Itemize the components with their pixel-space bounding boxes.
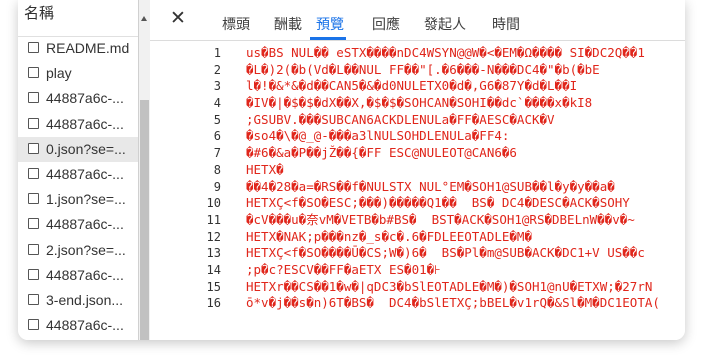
scrollbar-thumb[interactable]	[140, 100, 149, 340]
preview-line: l�!�&*&�d��CAN5�&�d0NULETX0�d�,G6�87Y�d�…	[246, 78, 578, 94]
preview-line: ō*v�j��s�n)6T�BS� DC4�bSlETXÇ;bBEL�v1rQ�…	[246, 295, 660, 311]
file-list-scrollbar[interactable]	[139, 0, 150, 340]
file-list-item[interactable]: 0.json?se=...	[18, 136, 138, 162]
file-name: 44887a6c-...	[46, 90, 124, 107]
line-number: 6	[213, 129, 221, 144]
preview-line: ;GSUBV.���SUBCAN6ACKDLENULa�FF�AESC�ACK�…	[246, 111, 555, 127]
line-number: 5	[213, 112, 221, 127]
row-checkbox[interactable]	[28, 319, 39, 331]
preview-line: HETX�	[246, 161, 284, 177]
line-number: 4	[213, 96, 221, 111]
preview-line: HETXÇ<f�SO�ESC;���)�����Q1�� BS� DC4�DES…	[246, 195, 630, 211]
line-number: 11	[206, 212, 221, 227]
request-file-list: 名稱 README.md play 44887a6c-... 44887a6c-...…	[18, 0, 150, 340]
line-number: 3	[213, 79, 221, 94]
file-list-item[interactable]: 3-end.json...	[18, 288, 138, 313]
row-checkbox[interactable]	[28, 168, 39, 179]
line-number: 12	[206, 229, 221, 244]
file-list-item[interactable]: 44887a6c-...	[18, 162, 138, 187]
row-checkbox[interactable]	[28, 142, 39, 154]
line-number: 13	[206, 246, 221, 261]
tab-payload[interactable]: 酬載	[274, 14, 302, 34]
binary-preview-content: us�BS NUL�� eSTX����nDC4WSYN@@W�<�EM�Ω��…	[246, 45, 685, 312]
name-column-header: 名稱	[24, 5, 55, 22]
tab-preview[interactable]: 預覽	[316, 14, 344, 34]
active-tab-indicator	[310, 37, 346, 40]
preview-line: ;p�c?ESCV��FF�aETX ES�01�⊦	[246, 261, 441, 277]
row-checkbox[interactable]	[28, 67, 39, 79]
row-checkbox[interactable]	[28, 218, 39, 230]
row-checkbox[interactable]	[28, 243, 39, 255]
preview-line: us�BS NUL�� eSTX����nDC4WSYN@@W�<�EM�Ω��…	[246, 45, 645, 60]
file-name: 44887a6c-...	[46, 266, 124, 283]
preview-line: �#6�&a�P��jŽ��{�FF ESC@NULEOT@CAN6�6	[246, 145, 517, 161]
scroll-up-arrow-icon[interactable]	[141, 16, 147, 21]
file-list-item[interactable]: 2.json?se=...	[18, 238, 138, 263]
row-checkbox[interactable]	[28, 268, 39, 280]
file-name: 3-end.json...	[46, 292, 124, 308]
preview-pane[interactable]: 1 2 3 4 5 6 7 8 9 10 11 12 13 14 15 16 us�BS NUL�� eSTX…	[150, 45, 685, 340]
file-list-item[interactable]: 44887a6c-...	[18, 212, 138, 237]
file-name: 44887a6c-...	[46, 317, 124, 334]
tab-initiator[interactable]: 發起人	[424, 14, 466, 34]
preview-line: ��4�28�a=�RS��f�NULSTX NUL°EM�SOH1@SUB��…	[246, 178, 615, 194]
file-name: 44887a6c-...	[46, 216, 124, 233]
file-name: 44887a6c-...	[46, 115, 124, 132]
row-checkbox[interactable]	[28, 294, 39, 305]
row-checkbox[interactable]	[28, 92, 39, 104]
line-number: 1	[213, 46, 221, 60]
preview-line: �so4�\�@_@-���a3lNULSOHDLENULa�FF4:	[246, 128, 510, 144]
file-name: 44887a6c-...	[46, 166, 124, 182]
file-list-item[interactable]: 44887a6c-...	[18, 313, 138, 338]
preview-line: HETX�NAK;p���nz�_s�c�.6�FDLEEOTADLE�M�	[246, 228, 532, 244]
preview-line: �L�)2(�b(Vd�L��NUL FF��"[.�6���-N���DC4�…	[246, 61, 600, 77]
file-list-item[interactable]: play	[18, 61, 138, 86]
row-checkbox[interactable]	[28, 117, 39, 129]
preview-line: HETXÇ<f�SO����Ū�CS;W�)6� BS�Pl�m@SUB�ACK…	[246, 245, 645, 261]
row-checkbox[interactable]	[28, 42, 39, 53]
file-name: play	[46, 65, 72, 82]
line-number: 7	[213, 146, 221, 161]
detail-tab-bar: ✕ 標頭 酬載 預覽 回應 發起人 時間	[150, 0, 685, 41]
preview-line: �IV�|�$�$�dX��X,�$�$�SOHCAN�SOHI��dc`���…	[246, 95, 593, 111]
file-name: 0.json?se=...	[46, 140, 126, 157]
devtools-panel: 名稱 README.md play 44887a6c-... 44887a6c-...…	[18, 0, 685, 340]
file-name: 2.json?se=...	[46, 241, 126, 258]
line-number: 15	[206, 279, 221, 294]
tab-headers[interactable]: 標頭	[222, 14, 250, 34]
file-name: README.md	[46, 40, 130, 56]
line-number: 16	[206, 296, 221, 311]
line-number: 8	[213, 162, 221, 177]
line-number: 9	[213, 179, 221, 194]
file-list-item[interactable]: 44887a6c-...	[18, 112, 138, 137]
file-list-item[interactable]: 1.json?se=...	[18, 187, 138, 212]
line-number: 14	[206, 262, 221, 277]
row-checkbox[interactable]	[28, 193, 39, 205]
preview-line: �cV���u�奈vM�VETB�b#BS� BST�ACK�SOH1@RS�D…	[246, 211, 635, 227]
file-list-item[interactable]: 44887a6c-...	[18, 86, 138, 111]
line-number: 10	[206, 196, 221, 211]
line-number: 2	[213, 62, 221, 77]
tab-response[interactable]: 回應	[372, 14, 400, 34]
file-list-item[interactable]: 44887a6c-...	[18, 263, 138, 288]
line-number-gutter: 1 2 3 4 5 6 7 8 9 10 11 12 13 14 15 16	[150, 45, 221, 312]
tab-timing[interactable]: 時間	[492, 14, 520, 34]
file-list-item[interactable]: README.md	[18, 36, 138, 61]
file-list-header[interactable]: 名稱	[18, 0, 150, 37]
preview-line: HETXr��CS��1�w�|qDC3�bSlEOTADLE�M�)�SOH1…	[246, 278, 653, 294]
file-name: 1.json?se=...	[46, 191, 126, 208]
close-icon[interactable]: ✕	[170, 9, 186, 29]
